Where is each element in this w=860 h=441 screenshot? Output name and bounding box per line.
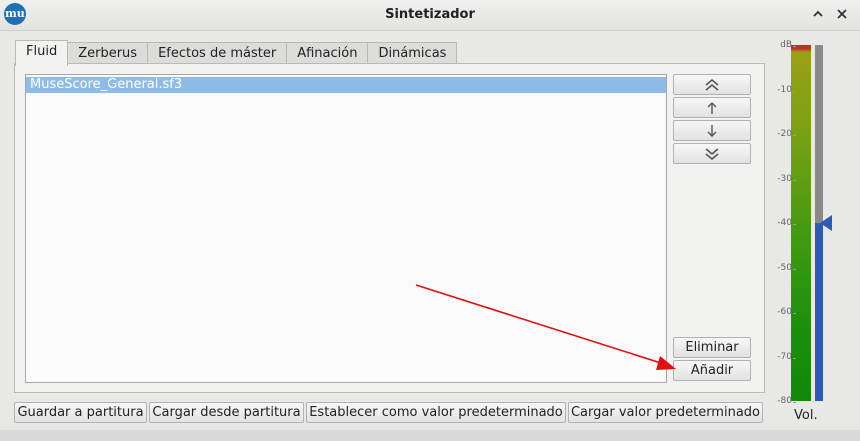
arrow-down-icon bbox=[707, 124, 717, 137]
scale-label: -50 bbox=[777, 262, 792, 273]
soundfont-list[interactable]: MuseScore_General.sf3 bbox=[25, 74, 667, 383]
window-title: Sintetizador bbox=[385, 7, 475, 22]
scale-tick bbox=[793, 224, 796, 225]
minimize-chevron-icon[interactable] bbox=[810, 6, 826, 22]
scale-tick bbox=[793, 46, 796, 47]
move-down-button[interactable] bbox=[673, 120, 751, 141]
add-button[interactable]: Añadir bbox=[673, 360, 751, 381]
tab-master-effects[interactable]: Efectos de máster bbox=[147, 42, 288, 65]
title-bar: mu Sintetizador bbox=[0, 0, 860, 31]
move-up-button[interactable] bbox=[673, 97, 751, 118]
set-as-default-button[interactable]: Establecer como valor predeterminado bbox=[306, 402, 566, 423]
close-icon[interactable] bbox=[834, 6, 850, 22]
scale-label: -70 bbox=[777, 351, 792, 362]
scale-tick bbox=[793, 402, 796, 403]
scale-tick bbox=[793, 268, 796, 270]
scale-tick bbox=[793, 313, 796, 314]
background-strip bbox=[0, 430, 860, 441]
scale-label: -30 bbox=[777, 173, 792, 184]
scale-label: -20 bbox=[777, 129, 792, 139]
tab-fluid[interactable]: Fluid bbox=[15, 40, 69, 66]
volume-slider-handle[interactable] bbox=[820, 215, 832, 231]
load-default-button[interactable]: Cargar valor predeterminado bbox=[568, 402, 763, 423]
scale-label: -80 bbox=[777, 396, 792, 406]
move-to-top-button[interactable] bbox=[673, 74, 751, 95]
double-chevron-down-icon bbox=[705, 147, 719, 160]
volume-slider-fill bbox=[815, 223, 823, 401]
tab-bar: Fluid Zerberus Efectos de máster Afinaci… bbox=[15, 40, 458, 66]
list-item[interactable]: MuseScore_General.sf3 bbox=[26, 77, 666, 93]
scale-tick bbox=[793, 135, 796, 136]
tab-tuning[interactable]: Afinación bbox=[286, 42, 369, 65]
save-to-score-button[interactable]: Guardar a partitura bbox=[14, 402, 147, 423]
scale-tick bbox=[793, 90, 796, 92]
load-from-score-button[interactable]: Cargar desde partitura bbox=[149, 402, 304, 423]
synthesizer-dialog: Fluid Zerberus Efectos de máster Afinaci… bbox=[0, 31, 860, 441]
remove-button[interactable]: Eliminar bbox=[673, 337, 751, 358]
scale-label: dB bbox=[780, 40, 792, 50]
arrow-up-icon bbox=[707, 101, 717, 114]
scale-tick bbox=[793, 179, 796, 181]
double-chevron-up-icon bbox=[705, 78, 719, 91]
vu-meter-bar bbox=[791, 45, 811, 401]
level-meter: Vol. dB -10 -20 -30 -40 -50 -60 -70 -80 bbox=[770, 40, 840, 423]
scale-label: -40 bbox=[777, 218, 792, 228]
scale-label: -60 bbox=[777, 307, 792, 317]
fluid-panel: MuseScore_General.sf3 Eliminar Añadir bbox=[14, 63, 765, 393]
tab-dynamics[interactable]: Dinámicas bbox=[367, 42, 458, 65]
tab-zerberus[interactable]: Zerberus bbox=[67, 42, 149, 65]
volume-label: Vol. bbox=[794, 408, 818, 423]
scale-tick bbox=[793, 357, 796, 359]
scale-label: -10 bbox=[777, 84, 792, 95]
move-to-bottom-button[interactable] bbox=[673, 143, 751, 164]
